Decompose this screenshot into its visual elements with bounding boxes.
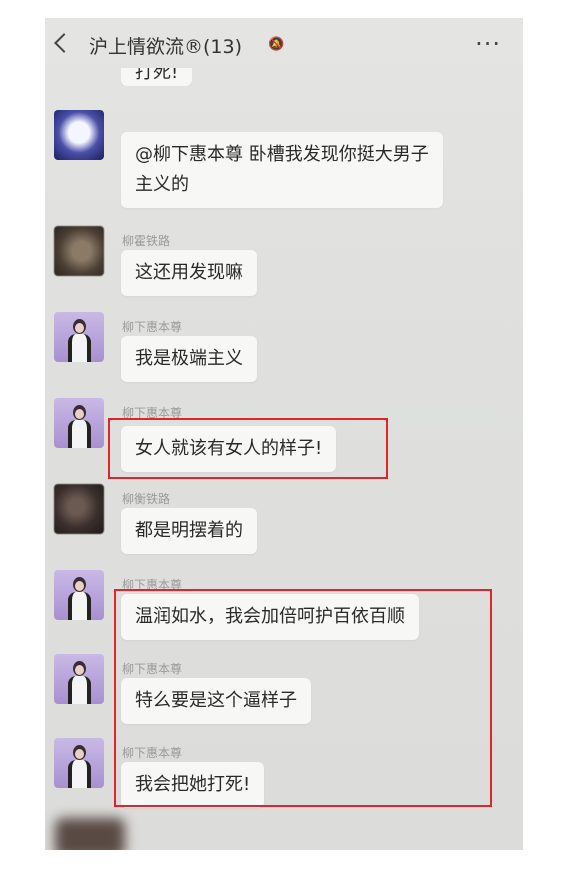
back-icon[interactable] <box>54 33 74 53</box>
blurred-avatar-icon <box>55 818 125 850</box>
message-bubble: 温润如水，我会加倍呵护百依百顺 <box>121 594 419 640</box>
woman-avatar-icon[interactable] <box>54 654 104 704</box>
sender-name: 柳下惠本尊 <box>122 746 183 760</box>
sender-name: 柳下惠本尊 <box>122 406 183 420</box>
woman-avatar-icon[interactable] <box>54 570 104 620</box>
more-icon[interactable]: ··· <box>475 30 501 58</box>
message-bubble: 特么要是这个逼样子 <box>121 678 311 724</box>
sender-name: 柳下惠本尊 <box>122 320 183 334</box>
sender-name: 柳下惠本尊 <box>122 578 183 592</box>
woman-avatar-icon[interactable] <box>54 312 104 362</box>
sky-avatar-icon[interactable] <box>54 110 104 160</box>
message-bubble: 都是明摆着的 <box>121 508 257 554</box>
woman-avatar-icon[interactable] <box>54 738 104 788</box>
sender-name: 柳衡铁路 <box>122 492 171 506</box>
chat-header: 沪上情欲流®(13) 🔕 ··· <box>45 18 523 74</box>
message-bubble: 我是极端主义 <box>121 336 257 382</box>
chat-photo: 沪上情欲流®(13) 🔕 ··· 打死! @柳下惠本尊 卧槽我发现你挺大男子主义… <box>45 18 523 850</box>
woman-avatar-icon[interactable] <box>54 398 104 448</box>
blurred-sender-name <box>115 110 127 127</box>
chat-title: 沪上情欲流®(13) <box>89 36 243 58</box>
message-bubble: 我会把她打死! <box>121 762 265 808</box>
brown-avatar-icon[interactable] <box>54 226 104 276</box>
mute-icon: 🔕 <box>268 37 285 52</box>
message-bubble: @柳下惠本尊 卧槽我发现你挺大男子主义的 <box>121 132 443 208</box>
message-bubble: 这还用发现嘛 <box>121 250 257 296</box>
message-bubble: 女人就该有女人的样子! <box>121 426 337 472</box>
sender-name: 柳下惠本尊 <box>122 662 183 676</box>
dark-avatar-icon[interactable] <box>54 484 104 534</box>
sender-name: 柳霍铁路 <box>122 234 171 248</box>
